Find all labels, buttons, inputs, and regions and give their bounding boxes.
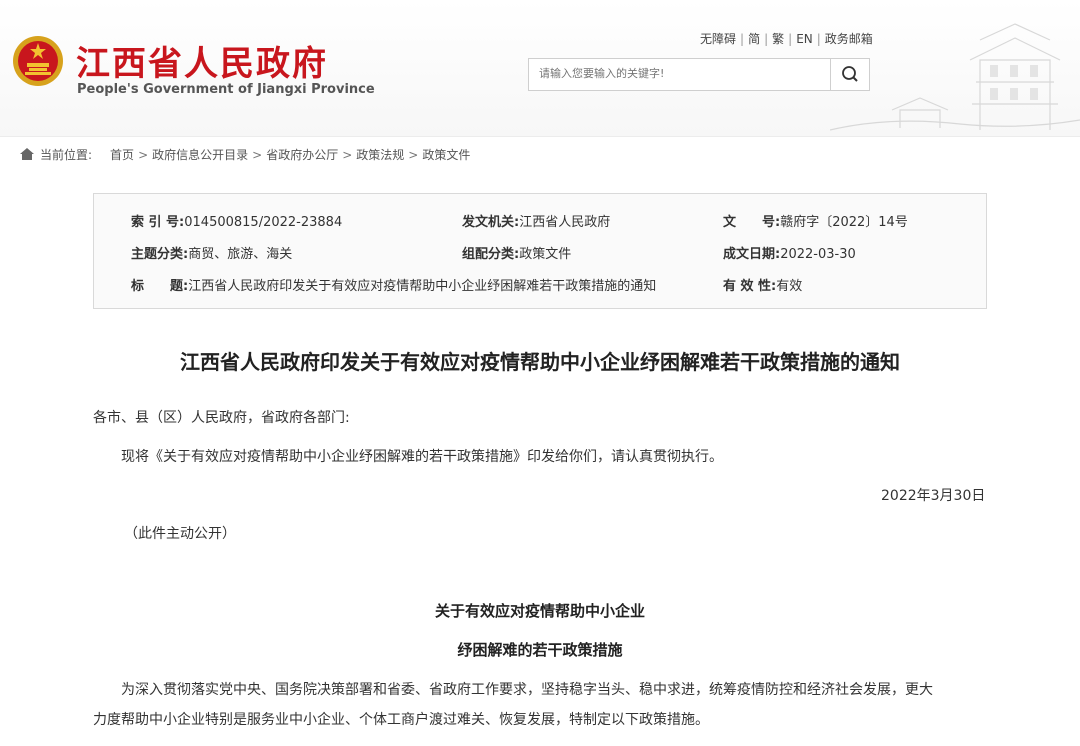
salutation: 各市、县（区）人民政府，省政府各部门: bbox=[93, 410, 350, 426]
breadcrumb-label: 当前位置: bbox=[40, 148, 93, 162]
assembly-category-label: 组配分类: bbox=[462, 247, 520, 262]
traditional-chinese-link[interactable]: 繁 bbox=[772, 32, 784, 46]
breadcrumb-separator: > bbox=[138, 148, 149, 162]
policy-paragraph-line1: 为深入贯彻落实党中央、国务院决策部署和省委、省政府工作要求，坚持稳字当头、稳中求… bbox=[121, 682, 933, 698]
tengwang-pavilion-illustration bbox=[830, 23, 1080, 131]
national-emblem-icon bbox=[13, 36, 63, 86]
breadcrumb-home[interactable]: 首页 bbox=[110, 148, 134, 162]
breadcrumb-separator: > bbox=[408, 148, 419, 162]
issuing-agency-value: 江西省人民政府 bbox=[519, 215, 611, 230]
index-number-value: 014500815/2022-23884 bbox=[184, 215, 343, 230]
accessibility-link[interactable]: 无障碍 bbox=[700, 32, 736, 46]
written-date-label: 成文日期: bbox=[723, 247, 781, 262]
breadcrumb-policies[interactable]: 政策法规 bbox=[356, 148, 404, 162]
issue-date: 2022年3月30日 bbox=[881, 488, 986, 504]
written-date: 成文日期:2022-03-30 bbox=[723, 243, 856, 262]
article-title: 江西省人民政府印发关于有效应对疫情帮助中小企业纾困解难若干政策措施的通知 bbox=[180, 350, 900, 374]
document-title-value: 江西省人民政府印发关于有效应对疫情帮助中小企业纾困解难若干政策措施的通知 bbox=[188, 279, 657, 294]
document-number-value: 赣府字〔2022〕14号 bbox=[780, 215, 908, 230]
section-subtitle-line1: 关于有效应对疫情帮助中小企业 bbox=[434, 602, 645, 620]
index-number: 索 引 号:014500815/2022-23884 bbox=[131, 211, 342, 230]
simplified-chinese-link[interactable]: 简 bbox=[748, 32, 760, 46]
breadcrumb-policy-docs[interactable]: 政策文件 bbox=[422, 148, 470, 162]
document-info-box: 索 引 号:014500815/2022-23884 发文机关:江西省人民政府 … bbox=[93, 193, 987, 309]
site-title: 江西省人民政府 bbox=[76, 44, 328, 84]
separator: | bbox=[816, 32, 821, 46]
body-paragraph: 现将《关于有效应对疫情帮助中小企业纾困解难的若干政策措施》印发给你们，请认真贯彻… bbox=[121, 449, 723, 465]
separator: | bbox=[740, 32, 745, 46]
breadcrumb-separator: > bbox=[342, 148, 353, 162]
separator: | bbox=[764, 32, 769, 46]
search-input[interactable] bbox=[529, 59, 839, 88]
breadcrumb-gov-info-catalog[interactable]: 政府信息公开目录 bbox=[152, 148, 248, 162]
issuing-agency: 发文机关:江西省人民政府 bbox=[462, 211, 610, 230]
assembly-category: 组配分类:政策文件 bbox=[462, 243, 571, 262]
validity: 有 效 性:有效 bbox=[723, 275, 802, 294]
site-subtitle: People's Government of Jiangxi Province bbox=[77, 82, 375, 97]
section-subtitle-line2: 纾困解难的若干政策措施 bbox=[457, 641, 623, 659]
topic-category-value: 商贸、旅游、海关 bbox=[188, 247, 293, 262]
site-header: 江西省人民政府 People's Government of Jiangxi P… bbox=[0, 0, 1080, 137]
document-number: 文 号:赣府字〔2022〕14号 bbox=[723, 211, 908, 230]
topic-category-label: 主题分类: bbox=[131, 247, 189, 262]
breadcrumb: 当前位置: 首页 > 政府信息公开目录 > 省政府办公厅 > 政策法规 > 政策文件 bbox=[20, 146, 470, 163]
english-link[interactable]: EN bbox=[796, 32, 813, 46]
disclosure-note: （此件主动公开） bbox=[124, 526, 236, 542]
home-icon bbox=[20, 148, 34, 160]
document-title: 标 题:江西省人民政府印发关于有效应对疫情帮助中小企业纾困解难若干政策措施的通知 bbox=[131, 275, 656, 294]
topic-category: 主题分类:商贸、旅游、海关 bbox=[131, 243, 292, 262]
document-number-label: 文 号: bbox=[723, 215, 781, 230]
search-box bbox=[528, 58, 870, 91]
issuing-agency-label: 发文机关: bbox=[462, 215, 520, 230]
separator: | bbox=[788, 32, 793, 46]
breadcrumb-separator: > bbox=[252, 148, 263, 162]
validity-value: 有效 bbox=[776, 279, 803, 294]
assembly-category-value: 政策文件 bbox=[519, 247, 572, 262]
breadcrumb-general-office[interactable]: 省政府办公厅 bbox=[266, 148, 338, 162]
validity-label: 有 效 性: bbox=[723, 279, 777, 294]
document-title-label: 标 题: bbox=[131, 279, 189, 294]
index-number-label: 索 引 号: bbox=[131, 215, 185, 230]
written-date-value: 2022-03-30 bbox=[780, 247, 856, 262]
policy-paragraph-line2: 力度帮助中小企业特别是服务业中小企业、个体工商户渡过难关、恢复发展，特制定以下政… bbox=[93, 712, 709, 728]
